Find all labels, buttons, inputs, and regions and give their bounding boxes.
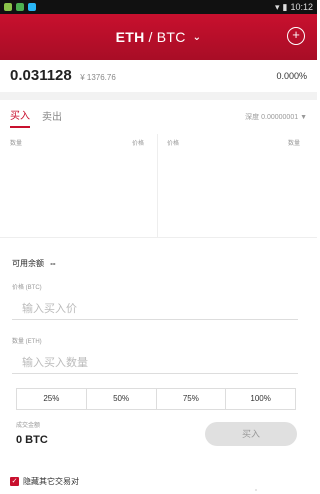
tab-sell[interactable]: 卖出 bbox=[42, 108, 62, 127]
chevron-down-icon: ⌄ bbox=[192, 31, 202, 43]
plus-circle-icon[interactable]: + bbox=[287, 27, 305, 45]
price-label: 价格 (BTC) bbox=[12, 285, 42, 291]
available-balance: 可用余额 -- bbox=[12, 258, 56, 269]
fiat-price: ¥ 1376.76 bbox=[80, 73, 116, 82]
depth-selector[interactable]: 深度 0.00000001 ▼ bbox=[245, 112, 307, 122]
pct-75-button[interactable]: 75% bbox=[157, 389, 227, 409]
available-value: -- bbox=[50, 259, 56, 268]
pct-25-button[interactable]: 25% bbox=[17, 389, 87, 409]
total-label: 成交金额 bbox=[16, 423, 41, 429]
notification-icon bbox=[16, 3, 24, 11]
qty-label: 数量 (ETH) bbox=[12, 339, 42, 345]
pair-separator: / bbox=[148, 29, 153, 45]
percent-selector: 25% 50% 75% 100% bbox=[16, 388, 296, 410]
battery-icon: ▮ bbox=[282, 1, 288, 12]
hide-other-pairs[interactable]: ✓ 隐藏其它交易对 bbox=[10, 476, 79, 487]
pair-selector[interactable]: ETH / BTC ⌄ bbox=[116, 29, 202, 45]
pair-quote: BTC bbox=[156, 29, 186, 45]
pct-50-button[interactable]: 50% bbox=[87, 389, 157, 409]
last-price: 0.031128 bbox=[10, 67, 72, 84]
ask-qty-header: 数量 bbox=[288, 141, 301, 147]
status-time: 10:12 bbox=[290, 2, 313, 12]
status-bar: ▾ ▮ 10:12 bbox=[0, 0, 317, 14]
buy-button[interactable]: 买入 bbox=[205, 422, 297, 446]
dot bbox=[255, 489, 257, 491]
order-book-bids: 数量 价格 bbox=[0, 134, 158, 238]
trade-tabs: 买入 卖出 深度 0.00000001 ▼ bbox=[0, 104, 317, 130]
available-label: 可用余额 bbox=[12, 259, 44, 268]
price-bar: 0.031128 ¥ 1376.76 0.000% bbox=[0, 60, 317, 92]
hide-other-pairs-label: 隐藏其它交易对 bbox=[23, 477, 79, 486]
total-value: 0 BTC bbox=[16, 434, 48, 446]
pct-100-button[interactable]: 100% bbox=[226, 389, 295, 409]
ask-price-header: 价格 bbox=[167, 141, 180, 147]
order-book-asks: 价格 数量 bbox=[158, 134, 316, 238]
depth-label: 深度 0.00000001 bbox=[245, 114, 299, 121]
price-change: 0.000% bbox=[276, 71, 307, 81]
price-input[interactable]: 输入买入价 bbox=[12, 300, 298, 320]
bid-price-header: 价格 bbox=[132, 141, 145, 147]
notification-icon bbox=[28, 3, 36, 11]
checkbox-checked-icon[interactable]: ✓ bbox=[10, 477, 19, 486]
header: ETH / BTC ⌄ + bbox=[0, 14, 317, 60]
bid-qty-header: 数量 bbox=[10, 141, 23, 147]
signal-icon: ▾ bbox=[274, 1, 280, 12]
notification-icon bbox=[4, 3, 12, 11]
qty-input[interactable]: 输入买入数量 bbox=[12, 354, 298, 374]
pair-base: ETH bbox=[115, 29, 145, 45]
divider bbox=[0, 92, 317, 100]
order-book: 数量 价格 价格 数量 bbox=[0, 134, 317, 238]
tab-buy[interactable]: 买入 bbox=[10, 107, 30, 128]
caret-down-icon: ▼ bbox=[300, 114, 307, 121]
